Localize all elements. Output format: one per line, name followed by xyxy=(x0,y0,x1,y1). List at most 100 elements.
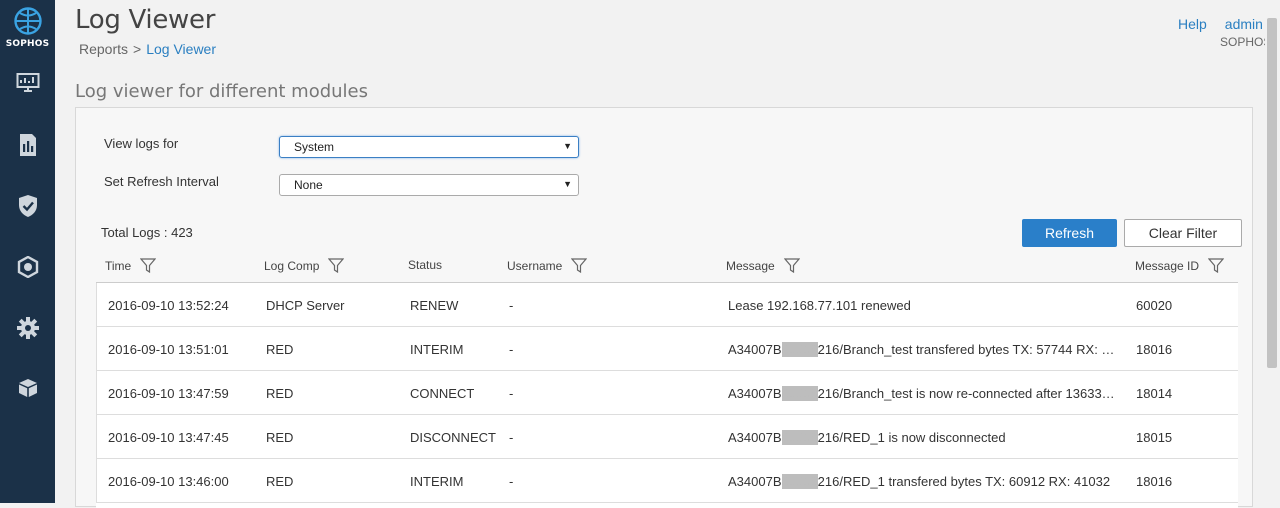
cell-message: A34007B00000216/RED_1 is now disconnecte… xyxy=(728,430,1118,445)
gear-icon xyxy=(16,317,39,339)
message-text: 216/RED_1 is now disconnected xyxy=(817,430,1006,445)
cell-status: INTERIM xyxy=(410,474,464,489)
breadcrumb: Reports > Log Viewer xyxy=(79,41,216,57)
scrollbar-thumb[interactable] xyxy=(1267,18,1277,368)
clear-filter-button[interactable]: Clear Filter xyxy=(1124,219,1242,247)
cell-status: DISCONNECT xyxy=(410,430,496,445)
refresh-interval-value: None xyxy=(294,178,323,192)
cell-message-id: 18015 xyxy=(1136,430,1173,445)
log-viewer-panel: View logs for System ▼ Set Refresh Inter… xyxy=(75,107,1253,508)
message-text: A34007B xyxy=(728,342,782,357)
cell-time: 2016-09-10 13:47:59 xyxy=(108,386,229,401)
table-row[interactable]: 2016-09-10 13:47:59 RED CONNECT - A34007… xyxy=(96,371,1238,415)
column-label-time: Time xyxy=(105,258,132,273)
monitor-icon xyxy=(16,73,39,92)
cell-username: - xyxy=(509,342,514,357)
refresh-button[interactable]: Refresh xyxy=(1022,219,1117,247)
cell-log-comp: RED xyxy=(266,386,294,401)
cell-message: A34007B00000216/Branch_test transfered b… xyxy=(728,342,1118,357)
help-link[interactable]: Help xyxy=(1178,16,1207,32)
sidebar-item-system[interactable] xyxy=(0,308,55,348)
cell-time: 2016-09-10 13:52:24 xyxy=(108,298,229,313)
column-label-log-comp: Log Comp xyxy=(264,258,320,273)
cell-status: RENEW xyxy=(410,298,459,313)
page-title: Log Viewer xyxy=(75,5,216,35)
redacted-text: 00000 xyxy=(781,474,818,489)
column-label-message-id: Message ID xyxy=(1135,258,1200,273)
sidebar-item-monitor[interactable] xyxy=(0,63,55,103)
table-row[interactable]: 2016-09-10 13:51:01 RED INTERIM - A34007… xyxy=(96,327,1238,371)
cell-status: INTERIM xyxy=(410,342,464,357)
message-text: A34007B xyxy=(728,430,782,445)
cell-message-id: 60020 xyxy=(1136,298,1173,313)
message-text: Lease 192.168.77.101 renewed xyxy=(728,298,911,313)
column-header-time: Time xyxy=(105,258,157,273)
redacted-text: 00000 xyxy=(781,386,818,401)
cell-time: 2016-09-10 13:47:45 xyxy=(108,430,229,445)
cell-message: Lease 192.168.77.101 renewed xyxy=(728,298,1118,313)
cell-message-id: 18014 xyxy=(1136,386,1173,401)
admin-menu[interactable]: admin xyxy=(1225,16,1263,32)
cell-time: 2016-09-10 13:46:00 xyxy=(108,474,229,489)
dropdown-arrow-icon: ▼ xyxy=(563,141,572,151)
sidebar-item-configure[interactable] xyxy=(0,247,55,287)
cell-username: - xyxy=(509,298,514,313)
refresh-interval-select[interactable]: None ▼ xyxy=(279,174,579,196)
filter-icon[interactable] xyxy=(1208,258,1225,273)
globe-icon xyxy=(13,7,42,35)
cell-log-comp: RED xyxy=(266,430,294,445)
sidebar-item-protect[interactable] xyxy=(0,186,55,226)
message-text: 216/Branch_test transfered bytes TX: 577… xyxy=(817,342,1118,357)
filter-icon[interactable] xyxy=(571,258,588,273)
cell-time: 2016-09-10 13:51:01 xyxy=(108,342,229,357)
cell-username: - xyxy=(509,474,514,489)
logo-text: SOPHOS xyxy=(5,39,50,49)
protect-icon xyxy=(17,256,38,278)
message-text: A34007B xyxy=(728,474,782,489)
filter-icon[interactable] xyxy=(140,258,157,273)
message-text: A34007B xyxy=(728,386,782,401)
cell-message: A34007B00000216/RED_1 transfered bytes T… xyxy=(728,474,1118,489)
column-label-status: Status xyxy=(408,258,443,272)
table-row[interactable]: 2016-09-10 13:47:45 RED DISCONNECT - A34… xyxy=(96,415,1238,459)
org-name: SOPHOS xyxy=(1220,35,1272,49)
cell-log-comp: RED xyxy=(266,474,294,489)
breadcrumb-log-viewer[interactable]: Log Viewer xyxy=(146,41,216,57)
cell-username: - xyxy=(509,430,514,445)
cell-message: A34007B00000216/Branch_test is now re-co… xyxy=(728,386,1118,401)
filter-icon[interactable] xyxy=(328,258,345,273)
redacted-text: 00000 xyxy=(781,342,818,357)
column-header-log-comp: Log Comp xyxy=(264,258,345,273)
breadcrumb-separator: > xyxy=(133,41,142,57)
column-header-status: Status xyxy=(408,258,442,272)
shield-check-icon xyxy=(18,195,37,217)
table-row[interactable]: 2016-09-10 13:46:00 RED INTERIM - A34007… xyxy=(96,459,1238,503)
view-logs-value: System xyxy=(294,140,335,154)
cell-status: CONNECT xyxy=(410,386,475,401)
sidebar-item-reports[interactable] xyxy=(0,125,55,165)
reports-icon xyxy=(19,134,36,156)
column-label-username: Username xyxy=(507,258,563,273)
column-label-message: Message xyxy=(726,258,775,273)
column-header-message-id: Message ID xyxy=(1135,258,1225,273)
cell-log-comp: DHCP Server xyxy=(266,298,345,313)
sidebar: SOPHOS xyxy=(0,0,55,503)
cell-message-id: 18016 xyxy=(1136,474,1173,489)
column-header-username: Username xyxy=(507,258,588,273)
column-header-message: Message xyxy=(726,258,800,273)
breadcrumb-reports[interactable]: Reports xyxy=(79,41,128,57)
refresh-interval-label: Set Refresh Interval xyxy=(104,174,219,189)
filter-icon[interactable] xyxy=(783,258,800,273)
box-icon xyxy=(18,379,37,397)
view-logs-label: View logs for xyxy=(104,136,179,151)
redacted-text: 00000 xyxy=(781,430,818,445)
sidebar-item-marketplace[interactable] xyxy=(0,368,55,408)
section-title: Log viewer for different modules xyxy=(75,81,368,102)
total-logs: Total Logs : 423 xyxy=(101,225,193,240)
message-text: 216/Branch_test is now re-connected afte… xyxy=(817,386,1118,401)
message-text: 216/RED_1 transfered bytes TX: 60912 RX:… xyxy=(817,474,1111,489)
log-table: 2016-09-10 13:52:24 DHCP Server RENEW - … xyxy=(96,282,1238,508)
sophos-logo[interactable]: SOPHOS xyxy=(0,6,55,49)
table-row[interactable]: 2016-09-10 13:52:24 DHCP Server RENEW - … xyxy=(96,283,1238,327)
view-logs-select[interactable]: System ▼ xyxy=(279,136,579,158)
